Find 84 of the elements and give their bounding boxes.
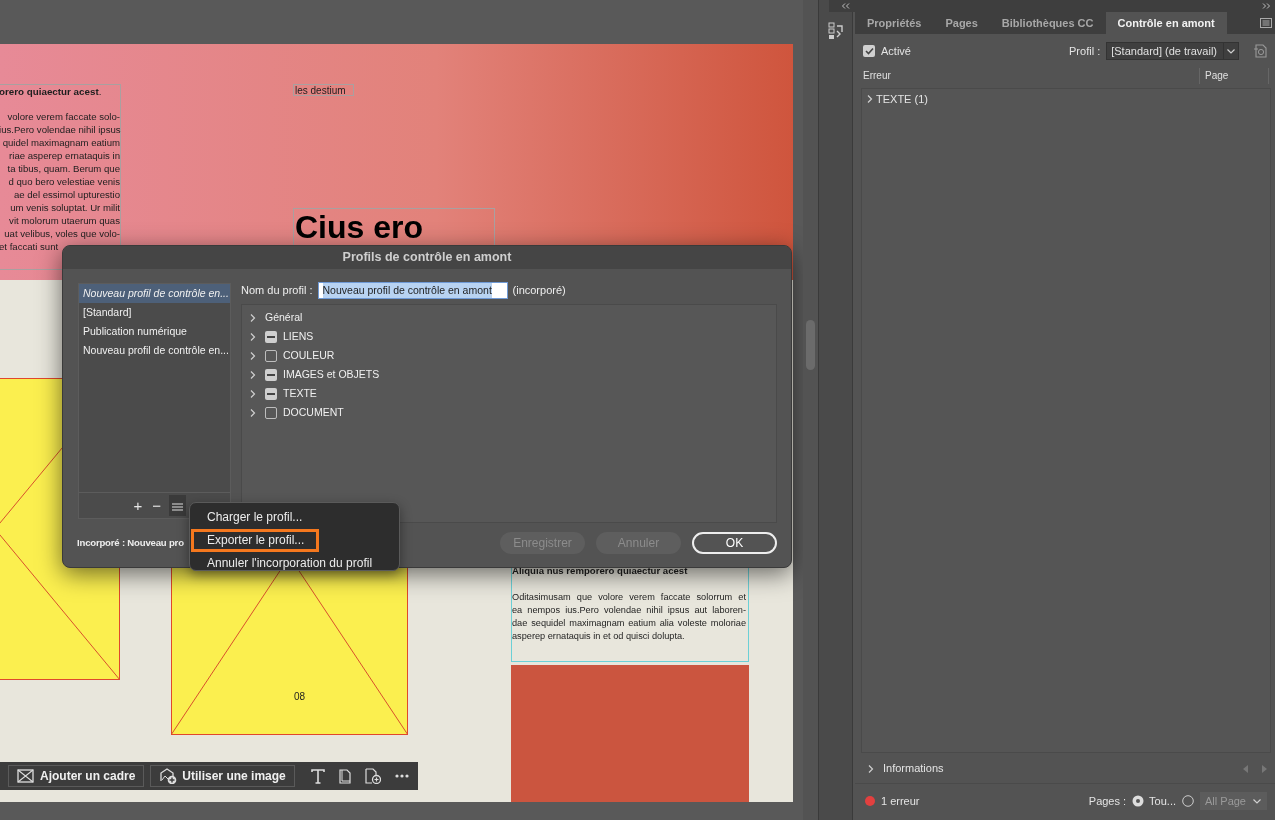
- image-add-icon: [159, 768, 178, 784]
- tree-label: IMAGES et OBJETS: [283, 366, 380, 382]
- column-header: Page: [1199, 68, 1269, 84]
- tree-label: DOCUMENT: [283, 404, 344, 420]
- paragraph-line: d quo bero velestiae venis: [7, 175, 120, 188]
- text-tool-icon[interactable]: [310, 768, 325, 784]
- profile-item[interactable]: Nouveau profil de contrôle en...: [79, 341, 230, 360]
- chevron-down-icon: [1252, 796, 1262, 805]
- preflight-icon[interactable]: [827, 22, 844, 40]
- heading-text: orero quiaectur acest.: [0, 85, 102, 99]
- checkbox[interactable]: [863, 45, 875, 57]
- profile-item[interactable]: [Standard]: [79, 303, 230, 322]
- paragraph-line: Oditasimusam que volore verem faccate solorrum et: [512, 591, 747, 604]
- add-button[interactable]: +: [131, 498, 145, 513]
- status-text: 1 erreur: [881, 793, 920, 809]
- checkbox[interactable]: [265, 406, 277, 419]
- menu-item[interactable]: Annuler l'incorporation du profil: [191, 552, 388, 575]
- paragraph-line: volore verem faccate solo-: [6, 110, 120, 123]
- profile-select[interactable]: [Standard] (de travail): [1106, 42, 1239, 60]
- collapse-right-icon[interactable]: [1262, 3, 1271, 9]
- tree-label: LIENS: [283, 328, 314, 344]
- checkbox-label: Activé: [881, 43, 911, 59]
- remove-button[interactable]: −: [150, 498, 163, 513]
- frame-icon: [17, 768, 35, 784]
- toolbar-button[interactable]: Ajouter un cadre: [8, 765, 145, 787]
- paragraph-line: asperep ernataquis in et od quisci dolupta.: [512, 630, 686, 643]
- radio-button[interactable]: [1132, 794, 1145, 807]
- heading-text: Aliquia nus remporero quiaectur acest: [512, 564, 688, 578]
- more-icon[interactable]: [394, 774, 409, 778]
- dialog-title: Profils de contrôle en amont: [63, 246, 791, 269]
- field-label: Nom du profil :: [241, 283, 313, 299]
- paragraph-line: uat velibus, voles que volo-: [3, 227, 120, 240]
- menu-item[interactable]: Exporter le profil...: [191, 529, 320, 552]
- tree-label: Général: [265, 309, 303, 325]
- paragraph-line: ea nempos ius.Pero volendae nihil ipsus aut laboren-: [512, 604, 747, 617]
- field-label: Profil :: [1069, 43, 1101, 59]
- name-field[interactable]: Nouveau profil de contrôle en amont: [317, 282, 508, 299]
- menu-button[interactable]: [169, 495, 186, 516]
- paragraph-line: quidel maximagnam eatium: [1, 136, 120, 149]
- scrollbar-thumb[interactable]: [806, 320, 815, 370]
- paragraph-line: dae sequidel maximagnam eatium alia voleste moloriae: [512, 617, 747, 630]
- checkbox[interactable]: [265, 349, 277, 362]
- note-text: (incorporé): [512, 283, 566, 299]
- toolbar-button[interactable]: Utiliser une image: [150, 765, 295, 787]
- caption-text: les destium: [295, 84, 346, 98]
- tree-label: TEXTE: [283, 385, 317, 401]
- radio-button[interactable]: [1182, 794, 1194, 807]
- panel-tab[interactable]: Contrôle en amont: [1105, 12, 1227, 34]
- error-item[interactable]: TEXTE (1): [876, 91, 928, 108]
- chevron-down-icon: [1226, 47, 1236, 55]
- checkbox[interactable]: [265, 387, 277, 400]
- paragraph-line: ae del essimol upturestio: [12, 188, 120, 201]
- paragraph-line: riae asperep ernataquis in: [8, 149, 120, 162]
- menu-item[interactable]: Charger le profil...: [191, 506, 318, 529]
- profile-item[interactable]: Publication numérique: [79, 322, 230, 341]
- page-number: 08: [294, 690, 306, 704]
- paragraph-line: vit molorum utaerum quas: [8, 214, 120, 227]
- paragraph-line: ius.Pero volendae nihil ipsus: [0, 123, 120, 136]
- page-add-icon[interactable]: [364, 768, 381, 784]
- panel-menu-icon[interactable]: [1260, 18, 1272, 28]
- error-dot-icon: [865, 795, 875, 806]
- expand-icon[interactable]: [867, 763, 875, 774]
- panel-tab[interactable]: Propriétés: [855, 12, 934, 34]
- field-label: Pages :: [1088, 793, 1127, 809]
- title-text: Cius ero: [295, 208, 424, 247]
- footer-text: Incorporé : Nouveau pro: [77, 535, 184, 550]
- column-header: Erreur: [863, 69, 892, 83]
- profile-item[interactable]: Nouveau profil de contrôle en...: [79, 284, 230, 303]
- panel-tab[interactable]: Pages: [933, 12, 990, 34]
- profile-icon[interactable]: [1253, 43, 1269, 59]
- radio-label: Tou...: [1149, 793, 1176, 809]
- paragraph-line: ta tibus, quam. Berum que: [6, 162, 120, 175]
- section-label: Informations: [883, 761, 944, 777]
- paragraph-line: et faccati sunt: [0, 240, 60, 253]
- dialog-button[interactable]: OK: [692, 532, 777, 554]
- checkbox[interactable]: [265, 368, 277, 381]
- collapse-left-icon[interactable]: [841, 3, 850, 9]
- panel-tab[interactable]: Bibliothèques CC: [989, 12, 1106, 34]
- tree-label: COULEUR: [283, 347, 335, 363]
- checkbox[interactable]: [265, 330, 277, 343]
- page-icon[interactable]: [338, 768, 351, 784]
- expand-icon[interactable]: [866, 94, 874, 105]
- menu-icon: [172, 503, 183, 512]
- paragraph-line: um venis soluptat. Ur milit: [9, 201, 120, 214]
